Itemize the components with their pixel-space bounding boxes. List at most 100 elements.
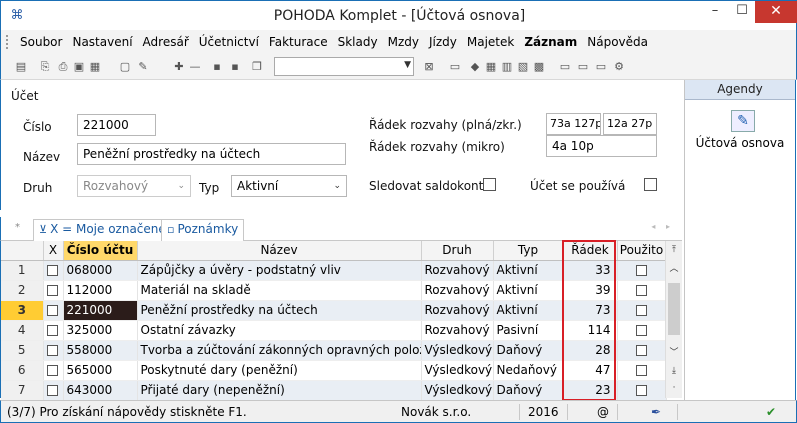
- pencil-icon[interactable]: ◆: [467, 59, 483, 75]
- row-mark[interactable]: [43, 280, 64, 301]
- mark-checkbox[interactable]: [46, 365, 58, 376]
- header-pouzito[interactable]: Použito: [617, 241, 667, 261]
- window2-icon[interactable]: ▭: [575, 59, 591, 75]
- edit-icon[interactable]: ✎: [135, 59, 151, 75]
- cell-pouzito[interactable]: [617, 280, 667, 301]
- pen-icon[interactable]: ✒: [651, 405, 661, 419]
- menu-soubor[interactable]: Soubor: [15, 34, 67, 50]
- pouzito-checkbox[interactable]: [636, 345, 647, 356]
- row-mark[interactable]: [43, 340, 64, 361]
- cell-typ[interactable]: Aktivní: [493, 280, 564, 301]
- tab-poznamky[interactable]: ▫ Poznámky: [161, 219, 245, 241]
- row-mark[interactable]: [43, 260, 64, 281]
- mark-checkbox[interactable]: [46, 325, 58, 336]
- menu-mzdy[interactable]: Mzdy: [383, 34, 424, 50]
- menu-nastaveni[interactable]: Nastavení: [67, 34, 137, 50]
- mark-checkbox[interactable]: [46, 265, 58, 276]
- scroll-end-icon[interactable]: ·: [666, 380, 682, 396]
- scroll-up-icon[interactable]: ︿: [666, 261, 682, 277]
- cell-nazev[interactable]: Peněžní prostředky na účtech: [137, 300, 422, 321]
- mark-checkbox[interactable]: [46, 385, 58, 396]
- header-typ[interactable]: Typ: [493, 241, 564, 261]
- maximize-button[interactable]: ☐: [729, 1, 755, 23]
- radek-plna-field-2[interactable]: 12a 27p: [603, 113, 657, 135]
- header-cislo-uctu[interactable]: Číslo účtu: [63, 241, 138, 261]
- table-scrollbar[interactable]: ⤒ ︿ ﹀ ⤓ ·: [665, 241, 682, 398]
- header-nazev[interactable]: Název: [137, 241, 422, 261]
- radek-mikro-field[interactable]: 4a 10p: [546, 135, 657, 157]
- cell-nazev[interactable]: Zápůjčky a úvěry - podstatný vliv: [137, 260, 422, 281]
- pouziva-checkbox[interactable]: [644, 178, 657, 191]
- duplicate-icon[interactable]: ❐: [249, 59, 265, 75]
- pouzito-checkbox[interactable]: [636, 265, 647, 276]
- cell-cislo[interactable]: 643000: [63, 380, 138, 401]
- pouzito-checkbox[interactable]: [636, 365, 647, 376]
- pouzito-checkbox[interactable]: [636, 325, 647, 336]
- saldokonto-checkbox[interactable]: [483, 178, 496, 191]
- cell-cislo[interactable]: 068000: [63, 260, 138, 281]
- cell-cislo[interactable]: 558000: [63, 340, 138, 361]
- row-mark[interactable]: [43, 360, 64, 381]
- scroll-bottom-icon[interactable]: ⤓: [666, 363, 682, 379]
- menu-majetek[interactable]: Majetek: [462, 34, 519, 50]
- report-icon[interactable]: ▦: [87, 59, 103, 75]
- druh-select[interactable]: Rozvahový ⌄: [77, 175, 191, 197]
- window-icon[interactable]: ▭: [557, 59, 573, 75]
- menu-napoveda[interactable]: Nápověda: [582, 34, 653, 50]
- chart-of-accounts-icon[interactable]: ✎: [731, 110, 755, 132]
- cell-pouzito[interactable]: [617, 380, 667, 401]
- cell-nazev[interactable]: Přijaté dary (nepeněžní): [137, 380, 422, 401]
- tab-nav-arrows[interactable]: ◂ ▸: [651, 222, 674, 231]
- header-druh[interactable]: Druh: [421, 241, 494, 261]
- quick-search-combo[interactable]: ▼: [274, 57, 414, 76]
- copy-icon[interactable]: ⎘: [37, 59, 53, 75]
- chart-icon[interactable]: ▧: [515, 59, 531, 75]
- cell-druh[interactable]: Výsledkový: [421, 380, 494, 401]
- menu-zaznam[interactable]: Záznam: [519, 34, 582, 50]
- table-icon[interactable]: ▦: [483, 59, 499, 75]
- cell-typ[interactable]: Pasivní: [493, 320, 564, 341]
- cell-druh[interactable]: Rozvahový: [421, 260, 494, 281]
- cell-cislo[interactable]: 565000: [63, 360, 138, 381]
- cell-nazev[interactable]: Ostatní závazky: [137, 320, 422, 341]
- header-x[interactable]: X: [43, 241, 64, 261]
- cell-cislo[interactable]: 112000: [63, 280, 138, 301]
- cell-typ[interactable]: Daňový: [493, 380, 564, 401]
- cell-pouzito[interactable]: [617, 320, 667, 341]
- cell-druh[interactable]: Rozvahový: [421, 280, 494, 301]
- scroll-top-icon[interactable]: ⤒: [666, 242, 682, 258]
- print-icon[interactable]: ⎙: [55, 59, 71, 75]
- menu-fakturace[interactable]: Fakturace: [264, 34, 333, 50]
- filter-clear-icon[interactable]: ⊠: [421, 59, 437, 75]
- cell-druh[interactable]: Výsledkový: [421, 360, 494, 381]
- cell-typ[interactable]: Aktivní: [493, 260, 564, 281]
- close-button[interactable]: ✕: [755, 1, 797, 23]
- row-mark[interactable]: [43, 380, 64, 401]
- mark-checkbox[interactable]: [46, 345, 58, 356]
- cell-nazev[interactable]: Poskytnuté dary (peněžní): [137, 360, 422, 381]
- settings-icon[interactable]: ⚙: [611, 59, 627, 75]
- cell-typ[interactable]: Daňový: [493, 340, 564, 361]
- new-record-icon[interactable]: ▢: [117, 59, 133, 75]
- cislo-field[interactable]: 221000: [77, 114, 156, 136]
- bank-icon[interactable]: ▩: [531, 59, 547, 75]
- cell-typ[interactable]: Aktivní: [493, 300, 564, 321]
- cell-pouzito[interactable]: [617, 300, 667, 321]
- row-mark[interactable]: [43, 300, 64, 321]
- radek-plna-field-1[interactable]: 73a 127p: [546, 113, 601, 135]
- window3-icon[interactable]: ▭: [593, 59, 609, 75]
- save-icon[interactable]: ▪: [209, 59, 225, 75]
- agenda-item-ucetni-osnova[interactable]: Účtová osnova: [685, 136, 795, 150]
- cell-typ[interactable]: Nedaňový: [493, 360, 564, 381]
- calculator-icon[interactable]: ▥: [499, 59, 515, 75]
- menu-sklady[interactable]: Sklady: [333, 34, 383, 50]
- menu-jizdy[interactable]: Jízdy: [424, 34, 462, 50]
- cell-cislo[interactable]: 221000: [63, 300, 138, 321]
- pouzito-checkbox[interactable]: [636, 285, 647, 296]
- cell-druh[interactable]: Rozvahový: [421, 320, 494, 341]
- scroll-down-icon[interactable]: ﹀: [666, 345, 682, 361]
- save-all-icon[interactable]: ▪: [227, 59, 243, 75]
- cell-pouzito[interactable]: [617, 260, 667, 281]
- remove-icon[interactable]: —: [187, 59, 203, 75]
- add-icon[interactable]: ✚: [171, 59, 187, 75]
